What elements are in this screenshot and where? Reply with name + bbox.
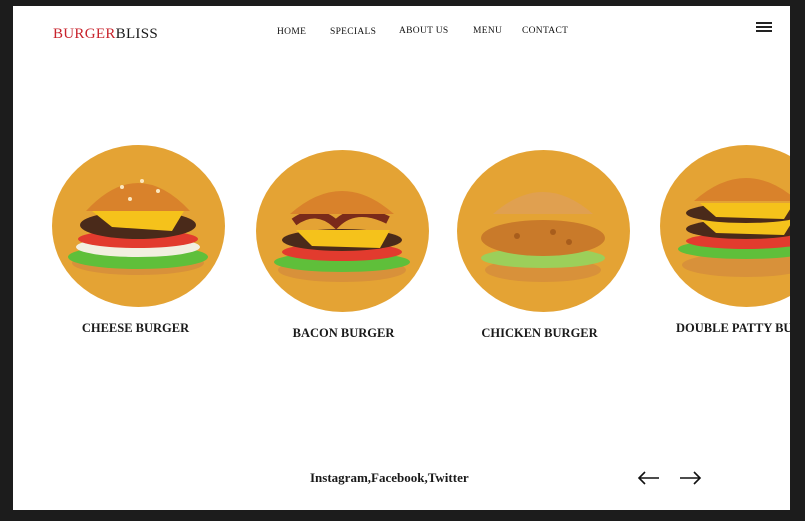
- card-title: BACON BURGER: [292, 326, 395, 340]
- bacon-burger-image: [274, 191, 410, 282]
- nav-specials[interactable]: SPECIALS: [330, 27, 376, 37]
- burger-card-bacon[interactable]: BACON BURGER: [256, 150, 429, 340]
- nav-menu[interactable]: MENU: [473, 26, 502, 36]
- card-circle: [660, 145, 790, 307]
- social-links[interactable]: Instagram,Facebook,Twitter: [310, 470, 469, 486]
- card-circle: [256, 150, 429, 312]
- burger-card-chicken[interactable]: CHICKEN BURGER: [457, 150, 630, 340]
- card-title: CHICKEN BURGER: [481, 326, 598, 340]
- nav-contact[interactable]: CONTACT: [522, 26, 568, 36]
- page-frame: BURGERBLISS HOME SPECIALS ABOUT US MENU …: [13, 6, 790, 510]
- cheese-burger-image: [68, 179, 208, 275]
- double-patty-burger-image: [678, 178, 790, 277]
- card-title: CHEESE BURGER: [81, 321, 190, 335]
- main-nav: HOME SPECIALS ABOUT US MENU CONTACT: [13, 26, 790, 40]
- card-title: DOUBLE PATTY BURGER: [676, 321, 790, 335]
- hamburger-menu-icon[interactable]: [756, 22, 772, 32]
- card-circle: [457, 150, 630, 312]
- burger-card-double-patty[interactable]: DOUBLE PATTY BURGER: [660, 145, 790, 335]
- arrow-right-icon[interactable]: [678, 471, 702, 485]
- nav-home[interactable]: HOME: [277, 27, 306, 37]
- chicken-burger-image: [481, 192, 605, 282]
- burger-card-cheese[interactable]: CHEESE BURGER: [52, 145, 225, 335]
- nav-about-us[interactable]: ABOUT US: [399, 26, 448, 36]
- arrow-left-icon[interactable]: [637, 471, 661, 485]
- card-circle: [52, 145, 225, 307]
